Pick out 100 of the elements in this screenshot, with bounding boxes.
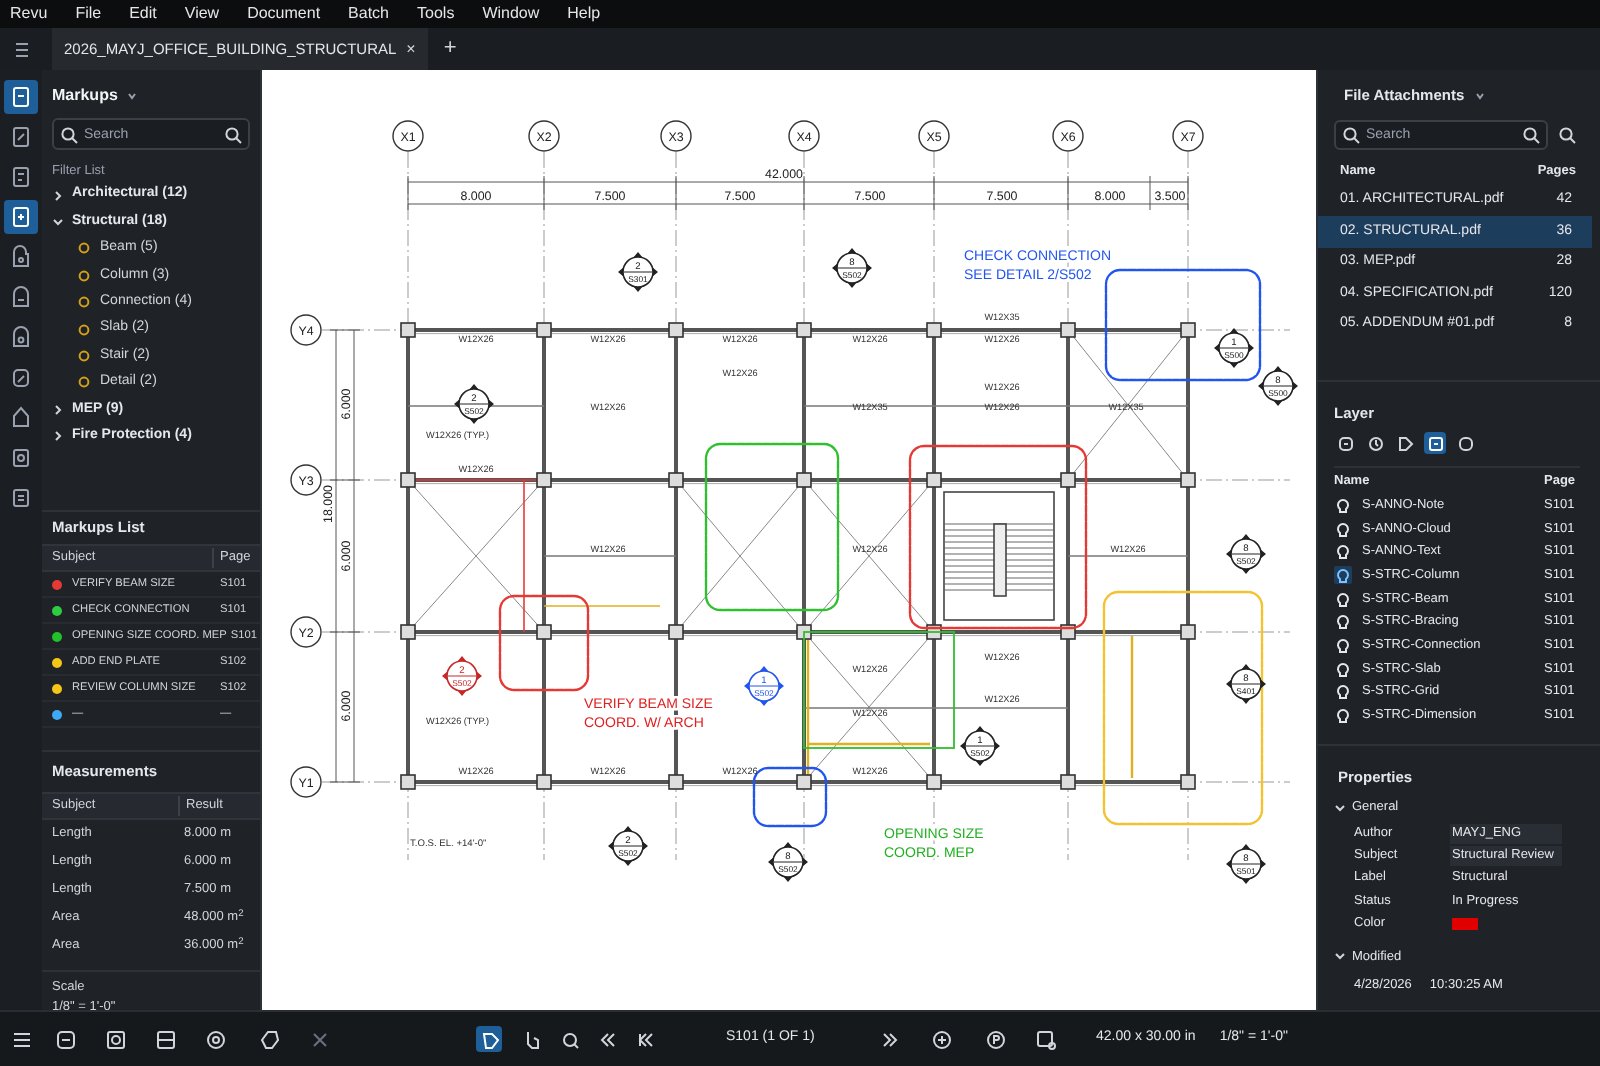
tool-icon xyxy=(258,1027,282,1051)
search-icon xyxy=(1342,126,1360,144)
document-icon xyxy=(8,164,34,190)
section-marker-icon[interactable] xyxy=(618,252,658,292)
chevron-right-icon xyxy=(52,430,64,443)
layer-tool-button[interactable] xyxy=(1334,432,1356,454)
tool-icon xyxy=(557,1027,581,1051)
layer-tool-icon xyxy=(1335,433,1355,453)
section-marker-icon[interactable] xyxy=(454,384,494,424)
grid-bubble xyxy=(290,464,322,496)
menu-item[interactable]: Tools xyxy=(417,6,455,22)
tool-icon xyxy=(477,1027,501,1051)
tool-icon xyxy=(1034,1027,1058,1051)
circle-icon xyxy=(78,242,90,255)
document-icon xyxy=(8,244,34,270)
menu-item[interactable]: Window xyxy=(482,6,540,22)
section-marker-icon[interactable] xyxy=(442,656,482,696)
chevron-down-icon xyxy=(1334,950,1346,963)
layer-tool-button[interactable] xyxy=(1454,432,1476,454)
tool-rail-button[interactable] xyxy=(4,200,38,234)
tool-icon xyxy=(308,1027,332,1051)
tool-icon xyxy=(204,1027,228,1051)
caret-icon xyxy=(1474,90,1487,102)
tool-icon xyxy=(595,1027,619,1051)
grid-bubble xyxy=(392,120,424,152)
section-marker-icon[interactable] xyxy=(1226,844,1266,884)
grid-bubble xyxy=(290,314,322,346)
document-icon xyxy=(8,324,34,350)
grid-bubble xyxy=(788,120,820,152)
menu-item[interactable]: Edit xyxy=(129,6,157,22)
layer-tool-button[interactable] xyxy=(1364,432,1386,454)
document-icon xyxy=(8,84,34,110)
section-marker-icon[interactable] xyxy=(832,248,872,288)
grid-bubble xyxy=(918,120,950,152)
layer-tool-button[interactable] xyxy=(1424,432,1446,454)
menu-button[interactable] xyxy=(10,1027,34,1051)
menu-item[interactable]: File xyxy=(75,6,102,22)
grid-bubble xyxy=(290,766,322,798)
search-icon xyxy=(1522,126,1540,144)
revision-cloud[interactable] xyxy=(908,444,1088,630)
tool-rail-button[interactable] xyxy=(4,80,38,114)
menu-item[interactable]: Batch xyxy=(348,6,390,22)
section-marker-icon[interactable] xyxy=(768,842,808,882)
new-tab-button[interactable]: + xyxy=(443,38,457,60)
document-icon xyxy=(8,404,34,430)
toolbar-button[interactable] xyxy=(104,1027,128,1051)
menu-item[interactable]: Help xyxy=(567,6,601,22)
menu-item[interactable]: View xyxy=(184,6,220,22)
menu-item[interactable]: Revu xyxy=(10,6,48,22)
close-tab-button[interactable]: × xyxy=(406,41,416,57)
document-icon xyxy=(8,204,34,230)
layer-tool-button[interactable] xyxy=(1394,432,1416,454)
section-marker-icon[interactable] xyxy=(744,666,784,706)
circle-icon xyxy=(78,376,90,389)
tool-icon xyxy=(104,1027,128,1051)
section-marker-icon[interactable] xyxy=(1226,534,1266,574)
toolbar-button[interactable] xyxy=(154,1027,178,1051)
chevron-down-icon xyxy=(52,216,64,229)
lightbulb-icon[interactable] xyxy=(1334,566,1352,585)
search-icon xyxy=(60,125,78,143)
grid-bubble xyxy=(290,616,322,648)
section-marker-icon[interactable] xyxy=(1258,366,1298,406)
grid-bubble xyxy=(1172,120,1204,152)
toolbar-button[interactable] xyxy=(930,1027,954,1051)
markup-rectangle[interactable] xyxy=(803,631,955,749)
document-icon xyxy=(8,364,34,390)
circle-icon xyxy=(78,296,90,309)
toolbar-button[interactable] xyxy=(258,1027,282,1051)
revision-cloud[interactable] xyxy=(498,594,590,692)
revision-cloud[interactable] xyxy=(1104,268,1262,382)
search-icon xyxy=(224,125,242,143)
search-icon xyxy=(1557,126,1575,144)
revision-cloud[interactable] xyxy=(704,442,840,612)
search-button[interactable] xyxy=(1554,123,1578,147)
section-marker-icon[interactable] xyxy=(960,726,1000,766)
tool-icon xyxy=(878,1027,902,1051)
toolbar-button[interactable] xyxy=(54,1027,78,1051)
toolbar-button[interactable] xyxy=(204,1027,228,1051)
layer-tool-icon xyxy=(1365,433,1385,453)
color-swatch[interactable] xyxy=(1452,917,1478,930)
section-marker-icon[interactable] xyxy=(1226,664,1266,704)
document-icon xyxy=(8,124,34,150)
grid-bubble xyxy=(1052,120,1084,152)
section-marker-icon[interactable] xyxy=(608,826,648,866)
sidebar-toggle-button[interactable] xyxy=(10,37,34,61)
menu-item[interactable]: Document xyxy=(247,6,321,22)
revision-cloud[interactable] xyxy=(1102,590,1264,826)
section-marker-icon[interactable] xyxy=(1214,328,1254,368)
caret-icon xyxy=(125,90,138,102)
tool-icon xyxy=(54,1027,78,1051)
toolbar-button[interactable] xyxy=(476,1026,502,1052)
toolbar-button[interactable] xyxy=(984,1027,1008,1051)
circle-icon xyxy=(78,323,90,336)
document-icon xyxy=(8,284,34,310)
toolbar-button[interactable] xyxy=(1034,1027,1058,1051)
tool-icon xyxy=(930,1027,954,1051)
tool-icon xyxy=(984,1027,1008,1051)
toolbar-button[interactable] xyxy=(878,1027,902,1051)
layer-tool-icon xyxy=(1395,433,1415,453)
tool-icon xyxy=(633,1027,657,1051)
